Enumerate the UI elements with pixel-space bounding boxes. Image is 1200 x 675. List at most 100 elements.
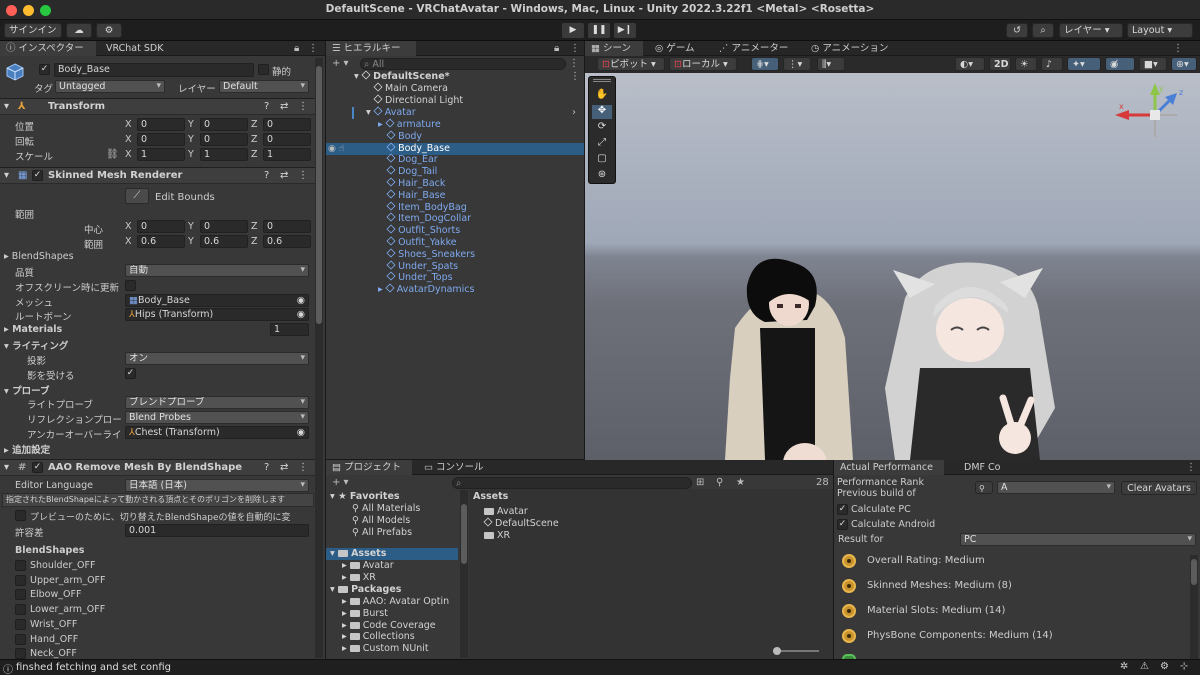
package-item[interactable]: ▸ Burst <box>342 608 458 620</box>
audio-toggle-icon[interactable]: ♪ <box>1041 57 1063 71</box>
editor-language-dropdown[interactable]: 日本語 (日本) <box>125 479 309 492</box>
package-item[interactable]: ▸ Collections <box>342 631 458 643</box>
menu-icon[interactable]: ⋮ <box>1186 462 1196 474</box>
project-search-input[interactable]: ⌕ <box>452 477 692 489</box>
effects-toggle-icon[interactable]: ✦▾ <box>1067 57 1101 71</box>
smr-enabled-checkbox[interactable]: ✓ <box>32 170 43 181</box>
zoom-slider-thumb[interactable] <box>773 647 781 655</box>
object-picker-icon[interactable]: ◉ <box>297 309 305 320</box>
mesh-field[interactable]: ▦Body_Base ◉ <box>125 294 309 307</box>
avatar-picker-icon[interactable]: ⚲ <box>975 481 993 494</box>
cast-shadows-dropdown[interactable]: オン <box>125 352 309 365</box>
blendshape-checkbox[interactable] <box>15 604 26 616</box>
favorites-item[interactable]: ▾ ★ Favorites <box>330 491 400 503</box>
rootbone-field[interactable]: ⅄Hips (Transform) ◉ <box>125 308 309 321</box>
transform-y-field[interactable]: 0 <box>200 118 248 131</box>
project-tree-scrollbar[interactable] <box>460 490 468 658</box>
calc-pc-checkbox[interactable]: ✓ <box>837 504 848 515</box>
constrain-proportions-icon[interactable]: ⛓ <box>106 149 119 161</box>
tab-actual-performance[interactable]: Actual Performance <box>834 460 944 475</box>
gizmos-toggle-icon[interactable]: ⊕▾ <box>1171 57 1197 71</box>
transform-x-field[interactable]: 0 <box>137 133 185 146</box>
scale-tool-icon[interactable]: ⤢ <box>592 137 612 151</box>
network-icon[interactable]: ⊹ <box>1180 661 1188 672</box>
inspector-scrollbar[interactable] <box>315 58 323 658</box>
tab-animation[interactable]: ◷ アニメーション <box>805 41 894 56</box>
hierarchy-item[interactable]: Main Camera <box>373 82 448 95</box>
hierarchy-child-item[interactable]: Body <box>378 130 422 143</box>
materials-foldout[interactable]: ▸ Materials <box>4 324 62 335</box>
bug-icon[interactable]: ⚠ <box>1140 661 1149 672</box>
scrollbar-thumb[interactable] <box>1191 559 1197 585</box>
layout-dropdown[interactable]: Layout ▾ <box>1127 23 1193 38</box>
tab-game[interactable]: ◎ ゲーム <box>649 41 701 56</box>
bounds-center-x-field[interactable]: 0 <box>137 220 185 233</box>
component-menu-icon[interactable]: ⋮ <box>298 460 308 476</box>
aao-header[interactable]: ▾ # ✓ AAO Remove Mesh By BlendShape ? ⇄ … <box>0 459 315 476</box>
search-by-type-icon[interactable]: ⊞ <box>696 477 704 489</box>
local-dropdown[interactable]: ⊡ローカル ▾ <box>669 57 737 71</box>
calc-android-checkbox[interactable]: ✓ <box>837 519 848 530</box>
tab-inspector[interactable]: ⓘ インスペクター <box>0 41 96 56</box>
quality-dropdown[interactable]: 自動 <box>125 264 309 277</box>
hierarchy-search-input[interactable]: ⌕ All <box>360 58 566 70</box>
help-icon[interactable]: ? <box>264 99 269 115</box>
avatar-select-dropdown[interactable]: A <box>997 481 1115 494</box>
cloud-icon[interactable]: ☁ <box>66 23 92 38</box>
collab-icon[interactable]: ⚙ <box>96 23 122 38</box>
palette-grip[interactable] <box>593 79 611 82</box>
aao-enabled-checkbox[interactable]: ✓ <box>32 462 43 473</box>
bounds-extent-y-field[interactable]: 0.6 <box>200 235 248 248</box>
transform-z-field[interactable]: 0 <box>263 133 311 146</box>
menu-icon[interactable]: ⋮ <box>1173 43 1183 55</box>
component-menu-icon[interactable]: ⋮ <box>298 99 308 115</box>
pause-button[interactable]: ❚❚ <box>588 23 610 38</box>
hierarchy-child-item[interactable]: Body_Base <box>378 142 450 155</box>
lock-icon[interactable]: 🔒︎ <box>554 43 559 55</box>
offscreen-checkbox[interactable] <box>125 280 136 291</box>
pivot-dropdown[interactable]: ⊡ピボット ▾ <box>597 57 665 71</box>
content-item[interactable]: DefaultScene <box>483 517 559 530</box>
layers-dropdown[interactable]: レイヤー ▾ <box>1059 23 1123 38</box>
scrollbar-thumb[interactable] <box>461 504 467 564</box>
transform-x-field[interactable]: 0 <box>137 118 185 131</box>
hierarchy-child-item[interactable]: Dog_Tail <box>378 165 437 178</box>
save-search-icon[interactable]: ★ <box>736 477 745 489</box>
menu-icon[interactable]: ⋮ <box>308 43 318 55</box>
add-dropdown[interactable]: + ▾ <box>332 58 349 70</box>
transform-y-field[interactable]: 1 <box>200 148 248 161</box>
preset-icon[interactable]: ⇄ <box>280 168 288 184</box>
create-dropdown[interactable]: + ▾ <box>332 477 349 489</box>
object-picker-icon[interactable]: ◉ <box>297 427 305 438</box>
lighting-toggle-icon[interactable]: ☀ <box>1015 57 1037 71</box>
transform-y-field[interactable]: 0 <box>200 133 248 146</box>
lock-icon[interactable]: 🔒︎ <box>294 43 299 55</box>
search-by-label-icon[interactable]: ⚲ <box>716 477 723 489</box>
2d-toggle[interactable]: 2D <box>989 57 1011 71</box>
help-icon[interactable]: ? <box>264 460 269 476</box>
assets-item[interactable]: ▾ Assets <box>330 548 386 560</box>
asset-folder-item[interactable]: ▸ Avatar <box>342 560 394 572</box>
menu-icon[interactable]: ⋮ <box>570 43 580 55</box>
transform-z-field[interactable]: 1 <box>263 148 311 161</box>
status-message[interactable]: finshed fetching and set config <box>16 662 171 673</box>
packages-item[interactable]: ▾ Packages <box>330 584 401 596</box>
avatar-models[interactable] <box>695 258 1175 460</box>
scene-root-item[interactable]: ▾ DefaultScene* <box>354 70 450 83</box>
search-menu-icon[interactable]: ⋮ <box>569 58 579 70</box>
smr-header[interactable]: ▾ ▦ ✓ Skinned Mesh Renderer ? ⇄ ⋮ <box>0 167 315 184</box>
visibility-eye-icon[interactable]: ◉ ☝ <box>328 143 344 155</box>
reflection-dropdown[interactable]: Blend Probes <box>125 411 309 424</box>
preview-checkbox[interactable] <box>15 510 26 521</box>
object-name-field[interactable]: Body_Base <box>54 63 254 77</box>
hierarchy-item[interactable]: Directional Light <box>373 94 463 107</box>
tab-dmf[interactable]: DMF Co <box>958 460 1006 475</box>
shading-mode-button[interactable]: ◐▾ <box>955 57 985 71</box>
camera-settings-icon[interactable]: ■▾ <box>1139 57 1167 71</box>
bounds-extent-x-field[interactable]: 0.6 <box>137 235 185 248</box>
content-item[interactable]: XR <box>484 530 510 542</box>
signin-button[interactable]: サインイン <box>4 23 62 38</box>
history-icon[interactable]: ↺ <box>1006 23 1028 38</box>
hierarchy-child-item[interactable]: Dog_Ear <box>378 153 438 166</box>
lightprobe-dropdown[interactable]: ブレンドプローブ <box>125 396 309 409</box>
